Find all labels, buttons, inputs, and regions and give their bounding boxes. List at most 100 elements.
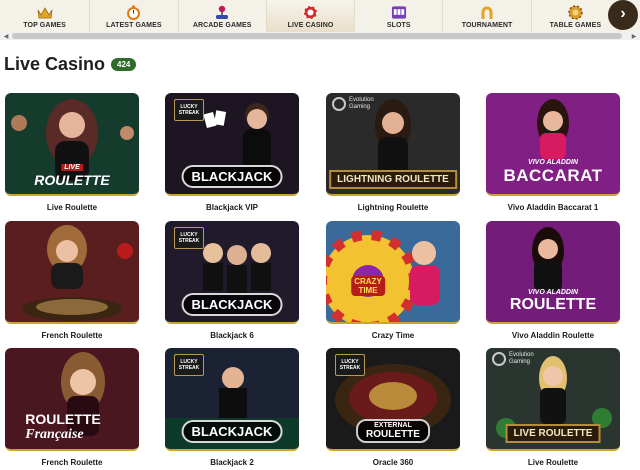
tile-logo-top: CRAZY xyxy=(354,277,382,286)
nav-top-games[interactable]: TOP GAMES xyxy=(0,0,91,32)
tile-logo-top: VIVO ALADDIN xyxy=(528,159,578,166)
provider-name: Evolution Gaming xyxy=(509,352,534,365)
scroll-thumb[interactable] xyxy=(12,33,622,39)
badge-bottom: STREAK xyxy=(178,110,200,116)
tile-logo: ROULETTE Française xyxy=(25,411,100,443)
provider-logo: Evolution Gaming xyxy=(332,97,374,111)
tile-logo-top: ROULETTE xyxy=(25,411,101,427)
nav-next-button[interactable]: › xyxy=(608,0,638,30)
section-heading: Live Casino 424 xyxy=(4,54,137,75)
tile-logo-main: ROULETTE xyxy=(509,296,597,313)
game-caption[interactable]: Oracle 360 xyxy=(326,458,460,467)
game-thumbnail[interactable]: Evolution Gaming LIGHTNING ROULETTE xyxy=(326,93,460,196)
game-caption[interactable]: French Roulette xyxy=(5,331,139,340)
game-card[interactable]: ROULETTE Française French Roulette xyxy=(5,348,139,467)
horseshoe-icon xyxy=(479,5,495,20)
game-caption[interactable]: Live Roulette xyxy=(486,458,620,467)
game-thumbnail[interactable]: VIVO ALADDIN BACCARAT xyxy=(486,93,620,196)
nav-label: ARCADE GAMES xyxy=(192,22,252,29)
chevron-right-icon: › xyxy=(620,5,626,22)
game-card[interactable]: LUCKY STREAK BLACKJACK Blackjack 2 xyxy=(165,348,299,467)
game-card[interactable]: CRAZY TIME Crazy Time xyxy=(326,221,460,340)
game-thumbnail[interactable]: ROULETTE Française xyxy=(5,348,139,451)
nav-label: TOURNAMENT xyxy=(461,22,513,29)
section-title: Live Casino xyxy=(4,54,106,74)
game-card[interactable]: LIVE ROULETTE Live Roulette xyxy=(5,93,139,212)
badge-bottom: STREAK xyxy=(339,365,361,371)
nav-label: TABLE GAMES xyxy=(549,22,602,29)
table-chip-icon xyxy=(567,5,583,20)
provider-name-top: Evolution xyxy=(509,352,534,359)
game-caption[interactable]: Vivo Aladdin Roulette xyxy=(486,331,620,340)
game-card[interactable]: LUCKY STREAK BLACKJACK Blackjack 6 xyxy=(165,221,299,340)
tile-logo-main: ROULETTE xyxy=(366,429,420,440)
nav-label: SLOTS xyxy=(386,22,411,29)
nav-slots[interactable]: SLOTS xyxy=(355,0,444,32)
provider-name: Evolution Gaming xyxy=(349,97,374,110)
game-caption[interactable]: Blackjack 2 xyxy=(165,458,299,467)
nav-label: TOP GAMES xyxy=(23,22,66,29)
game-thumbnail[interactable]: CRAZY TIME xyxy=(326,221,460,324)
nav-label: LIVE CASINO xyxy=(287,22,334,29)
roulette-chip-icon xyxy=(302,5,318,20)
game-caption[interactable]: Vivo Aladdin Baccarat 1 xyxy=(486,203,620,212)
game-thumbnail[interactable]: LUCKY STREAK EXTERNAL ROULETTE xyxy=(326,348,460,451)
game-thumbnail[interactable]: LUCKY STREAK BLACKJACK xyxy=(165,221,299,324)
category-nav: TOP GAMES LATEST GAMES ARCADE GAMES LIVE… xyxy=(0,0,640,40)
scroll-left-arrow[interactable]: ◀ xyxy=(2,32,10,40)
tile-logo-main: TIME xyxy=(358,286,378,295)
tile-logo: BLACKJACK xyxy=(181,420,283,443)
game-card[interactable]: VIVO ALADDIN ROULETTE Vivo Aladdin Roule… xyxy=(486,221,620,340)
provider-name-top: Evolution xyxy=(349,97,374,104)
game-card[interactable]: LUCKY STREAK BLACKJACK Blackjack VIP xyxy=(165,93,299,212)
tile-logo-top: LIVE xyxy=(61,164,83,171)
game-thumbnail[interactable]: LUCKY STREAK BLACKJACK xyxy=(165,348,299,451)
slot-machine-icon xyxy=(391,5,407,20)
game-caption[interactable]: Blackjack 6 xyxy=(165,331,299,340)
nav-latest-games[interactable]: LATEST GAMES xyxy=(90,0,179,32)
tile-logo: LIVE ROULETTE xyxy=(34,156,110,188)
scroll-right-arrow[interactable]: ▶ xyxy=(630,32,638,40)
game-card[interactable]: VIVO ALADDIN BACCARAT Vivo Aladdin Bacca… xyxy=(486,93,620,212)
lucky-streak-badge: LUCKY STREAK xyxy=(335,354,365,376)
tile-logo-top: EXTERNAL xyxy=(374,422,412,429)
game-thumbnail[interactable]: LIVE ROULETTE xyxy=(5,93,139,196)
game-thumbnail[interactable]: VIVO ALADDIN ROULETTE xyxy=(486,221,620,324)
nav-live-casino[interactable]: LIVE CASINO xyxy=(266,0,356,32)
tile-logo: BLACKJACK xyxy=(181,165,283,188)
game-card[interactable]: Evolution Gaming LIVE ROULETTE Live Roul… xyxy=(486,348,620,467)
joystick-icon xyxy=(214,5,230,20)
game-caption[interactable]: Live Roulette xyxy=(5,203,139,212)
game-thumbnail[interactable]: LUCKY STREAK BLACKJACK xyxy=(165,93,299,196)
tile-logo-main: Française xyxy=(25,427,84,442)
tile-logo-top: VIVO ALADDIN xyxy=(528,289,578,296)
game-caption[interactable]: Blackjack VIP xyxy=(165,203,299,212)
nav-scrollbar[interactable]: ◀ ▶ xyxy=(0,32,640,40)
game-card[interactable]: Evolution Gaming LIGHTNING ROULETTE Ligh… xyxy=(326,93,460,212)
provider-logo: Evolution Gaming xyxy=(492,352,534,366)
stopwatch-icon xyxy=(126,5,142,20)
lucky-streak-badge: LUCKY STREAK xyxy=(174,354,204,376)
tile-logo: LIGHTNING ROULETTE xyxy=(329,170,457,189)
nav-table-games[interactable]: TABLE GAMES xyxy=(532,0,621,32)
category-nav-items: TOP GAMES LATEST GAMES ARCADE GAMES LIVE… xyxy=(0,0,621,32)
evolution-logo-icon xyxy=(332,97,346,111)
provider-name-bottom: Gaming xyxy=(349,104,371,110)
provider-name-bottom: Gaming xyxy=(509,359,531,365)
crown-icon xyxy=(37,5,53,20)
evolution-logo-icon xyxy=(492,352,506,366)
game-caption[interactable]: Crazy Time xyxy=(326,331,460,340)
tile-logo: VIVO ALADDIN BACCARAT xyxy=(503,159,602,186)
nav-tournament[interactable]: TOURNAMENT xyxy=(443,0,532,32)
game-caption[interactable]: French Roulette xyxy=(5,458,139,467)
game-card[interactable]: French Roulette xyxy=(5,221,139,340)
badge-bottom: STREAK xyxy=(178,238,200,244)
game-caption[interactable]: Lightning Roulette xyxy=(326,203,460,212)
game-count-badge: 424 xyxy=(111,58,137,71)
game-thumbnail[interactable] xyxy=(5,221,139,324)
game-card[interactable]: LUCKY STREAK EXTERNAL ROULETTE Oracle 36… xyxy=(326,348,460,467)
game-thumbnail[interactable]: Evolution Gaming LIVE ROULETTE xyxy=(486,348,620,451)
tile-logo: BLACKJACK xyxy=(181,293,283,316)
nav-arcade-games[interactable]: ARCADE GAMES xyxy=(179,0,267,32)
tile-logo: CRAZY TIME xyxy=(351,276,385,296)
